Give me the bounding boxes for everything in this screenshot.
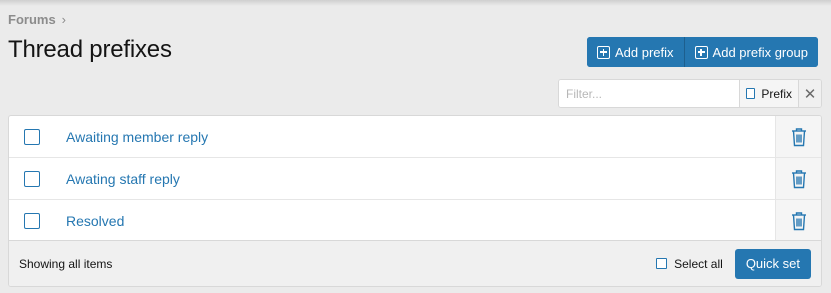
page-title: Thread prefixes	[8, 36, 172, 63]
breadcrumb-chevron-icon: ›	[61, 12, 67, 27]
row-checkbox[interactable]	[24, 128, 40, 145]
list-item: Resolved	[9, 200, 821, 242]
list-footer: Showing all items Select all Quick set	[9, 240, 821, 286]
prefix-list: Awaiting member reply Awating staff repl…	[8, 115, 822, 287]
breadcrumb: Forums ›	[8, 12, 66, 27]
row-checkbox[interactable]	[24, 170, 40, 187]
list-item: Awaiting member reply	[9, 116, 821, 158]
filter-bar: Prefix ✕	[558, 79, 822, 108]
prefix-link[interactable]: Resolved	[57, 213, 775, 229]
close-icon: ✕	[803, 85, 817, 103]
quick-set-button[interactable]: Quick set	[734, 248, 811, 279]
add-prefix-label: Add prefix	[615, 44, 674, 60]
plus-box-icon	[597, 45, 610, 59]
action-button-group: Add prefix Add prefix group	[587, 37, 818, 67]
add-prefix-button[interactable]: Add prefix	[587, 37, 684, 67]
row-checkbox-cell	[9, 170, 57, 187]
clear-filter-button[interactable]: ✕	[798, 80, 821, 107]
row-checkbox[interactable]	[24, 212, 40, 229]
breadcrumb-forums-link[interactable]: Forums	[8, 12, 56, 27]
row-checkbox-cell	[9, 128, 57, 145]
select-all-label: Select all	[674, 256, 723, 271]
select-all-checkbox[interactable]	[656, 258, 668, 269]
add-prefix-group-label: Add prefix group	[712, 44, 808, 60]
prefix-checkbox[interactable]	[746, 88, 756, 99]
trash-icon	[791, 211, 806, 230]
filter-input[interactable]	[559, 80, 739, 107]
top-shadow	[0, 0, 831, 6]
delete-button[interactable]	[775, 116, 821, 157]
delete-button[interactable]	[775, 158, 821, 199]
list-item: Awating staff reply	[9, 158, 821, 200]
trash-icon	[791, 127, 806, 146]
row-checkbox-cell	[9, 212, 57, 229]
prefix-match-toggle[interactable]: Prefix	[739, 80, 798, 107]
prefix-toggle-label: Prefix	[761, 86, 792, 101]
select-all-toggle[interactable]: Select all	[656, 257, 723, 271]
delete-button[interactable]	[775, 200, 821, 241]
add-prefix-group-button[interactable]: Add prefix group	[683, 37, 818, 67]
prefix-link[interactable]: Awating staff reply	[57, 171, 775, 187]
trash-icon	[791, 169, 806, 188]
items-status-text: Showing all items	[19, 256, 113, 271]
plus-box-icon	[694, 45, 708, 59]
prefix-link[interactable]: Awaiting member reply	[57, 129, 775, 145]
